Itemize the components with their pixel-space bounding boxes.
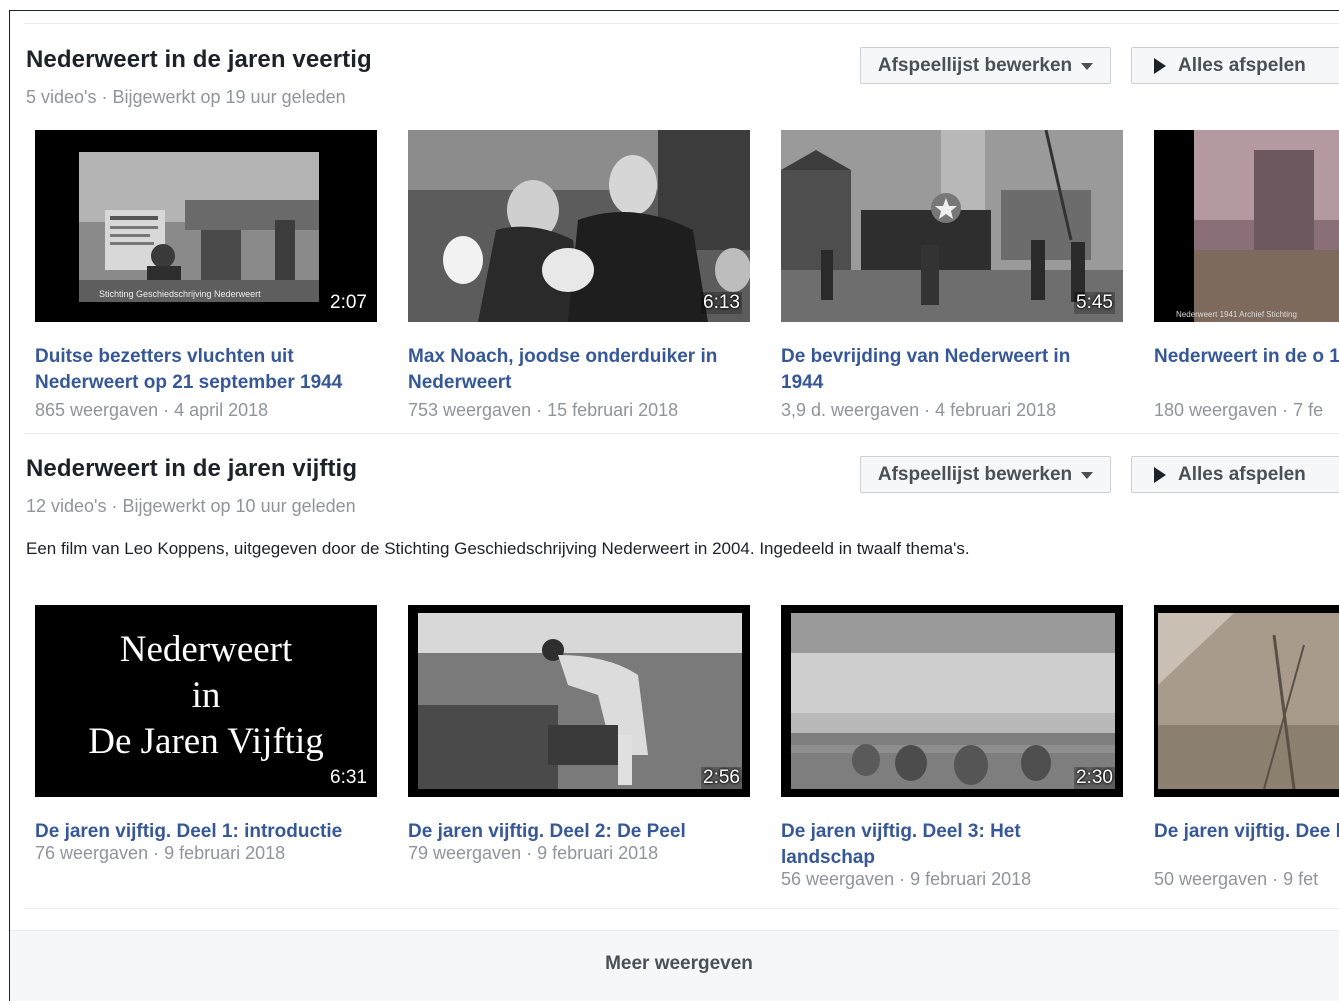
edit-playlist-label: Afspeellijst bewerken bbox=[877, 463, 1073, 485]
video-thumbnail[interactable]: Nederweert 1941 Archief Stichting bbox=[1154, 130, 1339, 322]
caret-down-icon bbox=[1081, 472, 1094, 479]
video-duration: 5:45 bbox=[1074, 292, 1115, 314]
divider bbox=[24, 433, 1339, 434]
video-duration: 2:07 bbox=[328, 292, 369, 314]
divider bbox=[24, 23, 1339, 24]
thumbnail-image bbox=[408, 130, 750, 322]
thumbnail-caption: Nederweert 1941 Archief Stichting bbox=[1176, 310, 1297, 319]
title-card-line: Nederweert bbox=[119, 629, 293, 670]
video-thumbnail[interactable]: 2:56 bbox=[408, 605, 750, 797]
video-meta: 180 weergaven · 7 fe bbox=[1154, 400, 1324, 420]
thumbnail-image bbox=[781, 130, 1123, 322]
video-thumbnail[interactable]: Nederweert in De Jaren Vijftig 6:31 bbox=[35, 605, 377, 797]
video-meta: 79 weergaven · 9 februari 2018 bbox=[408, 843, 659, 863]
video-title-link[interactable]: Nederweert in de o 1941/1942 bbox=[1154, 344, 1339, 370]
video-duration: 6:13 bbox=[701, 292, 742, 314]
playlists-panel: Nederweert in de jaren veertig 5 video's… bbox=[9, 10, 1339, 1001]
playlist-title[interactable]: Nederweert in de jaren vijftig bbox=[26, 455, 357, 483]
thumbnail-caption: Stichting Geschiedschrijving Nederweert bbox=[99, 289, 261, 299]
playlist-title[interactable]: Nederweert in de jaren veertig bbox=[26, 46, 372, 74]
video-duration: 6:31 bbox=[330, 767, 367, 788]
thumbnail-image bbox=[1154, 130, 1339, 322]
thumbnail-image bbox=[408, 605, 750, 797]
video-title-link[interactable]: De jaren vijftig. Deel 1: introductie bbox=[35, 819, 365, 845]
video-thumbnail[interactable]: 5:45 bbox=[781, 130, 1123, 322]
video-meta: 50 weergaven · 9 fet bbox=[1154, 869, 1319, 889]
play-icon bbox=[1154, 466, 1166, 483]
title-card-line: in bbox=[191, 675, 221, 716]
playlist-meta: 12 video's · Bijgewerkt op 10 uur gelede… bbox=[26, 496, 356, 516]
video-duration: 2:30 bbox=[1074, 767, 1115, 789]
video-title-link[interactable]: De bevrijding van Nederweert in 1944 bbox=[781, 344, 1111, 396]
video-meta: 3,9 d. weergaven · 4 februari 2018 bbox=[781, 400, 1057, 420]
edit-playlist-label: Afspeellijst bewerken bbox=[877, 54, 1073, 76]
video-title-link[interactable]: De jaren vijftig. Dee boerderij bbox=[1154, 819, 1339, 845]
video-meta: 56 weergaven · 9 februari 2018 bbox=[781, 869, 1032, 889]
play-all-label: Alles afspelen bbox=[1178, 463, 1306, 485]
show-more-button[interactable]: Meer weergeven bbox=[10, 930, 1339, 1001]
video-meta: 865 weergaven · 4 april 2018 bbox=[35, 400, 269, 420]
thumbnail-image bbox=[781, 605, 1123, 797]
title-card-line: De Jaren Vijftig bbox=[88, 721, 324, 762]
playlist-description: Een film van Leo Koppens, uitgegeven doo… bbox=[26, 539, 970, 558]
video-meta: 753 weergaven · 15 februari 2018 bbox=[408, 400, 679, 420]
play-icon bbox=[1154, 57, 1166, 74]
video-duration: 2:56 bbox=[701, 767, 742, 789]
title-card: Nederweert in De Jaren Vijftig bbox=[35, 627, 377, 765]
play-all-button[interactable]: Alles afspelen bbox=[1131, 47, 1339, 84]
caret-down-icon bbox=[1081, 63, 1094, 70]
video-meta: 76 weergaven · 9 februari 2018 bbox=[35, 843, 286, 863]
play-all-label: Alles afspelen bbox=[1178, 54, 1306, 76]
show-more-label: Meer weergeven bbox=[605, 952, 753, 974]
video-title-link[interactable]: Max Noach, joodse onderduiker in Nederwe… bbox=[408, 344, 738, 396]
edit-playlist-button[interactable]: Afspeellijst bewerken bbox=[860, 456, 1111, 493]
video-thumbnail[interactable]: 6:13 bbox=[408, 130, 750, 322]
playlist-meta: 5 video's · Bijgewerkt op 19 uur geleden bbox=[26, 87, 346, 107]
video-title-link[interactable]: De jaren vijftig. Deel 2: De Peel bbox=[408, 819, 738, 845]
video-title-link[interactable]: Duitse bezetters vluchten uit Nederweert… bbox=[35, 344, 365, 396]
video-thumbnail[interactable] bbox=[1154, 605, 1339, 797]
video-thumbnail[interactable]: Stichting Geschiedschrijving Nederweert … bbox=[35, 130, 377, 322]
edit-playlist-button[interactable]: Afspeellijst bewerken bbox=[860, 47, 1111, 84]
video-title-link[interactable]: De jaren vijftig. Deel 3: Het landschap bbox=[781, 819, 1111, 871]
video-thumbnail[interactable]: 2:30 bbox=[781, 605, 1123, 797]
play-all-button[interactable]: Alles afspelen bbox=[1131, 456, 1339, 493]
divider bbox=[24, 908, 1339, 909]
thumbnail-image bbox=[1154, 605, 1339, 797]
